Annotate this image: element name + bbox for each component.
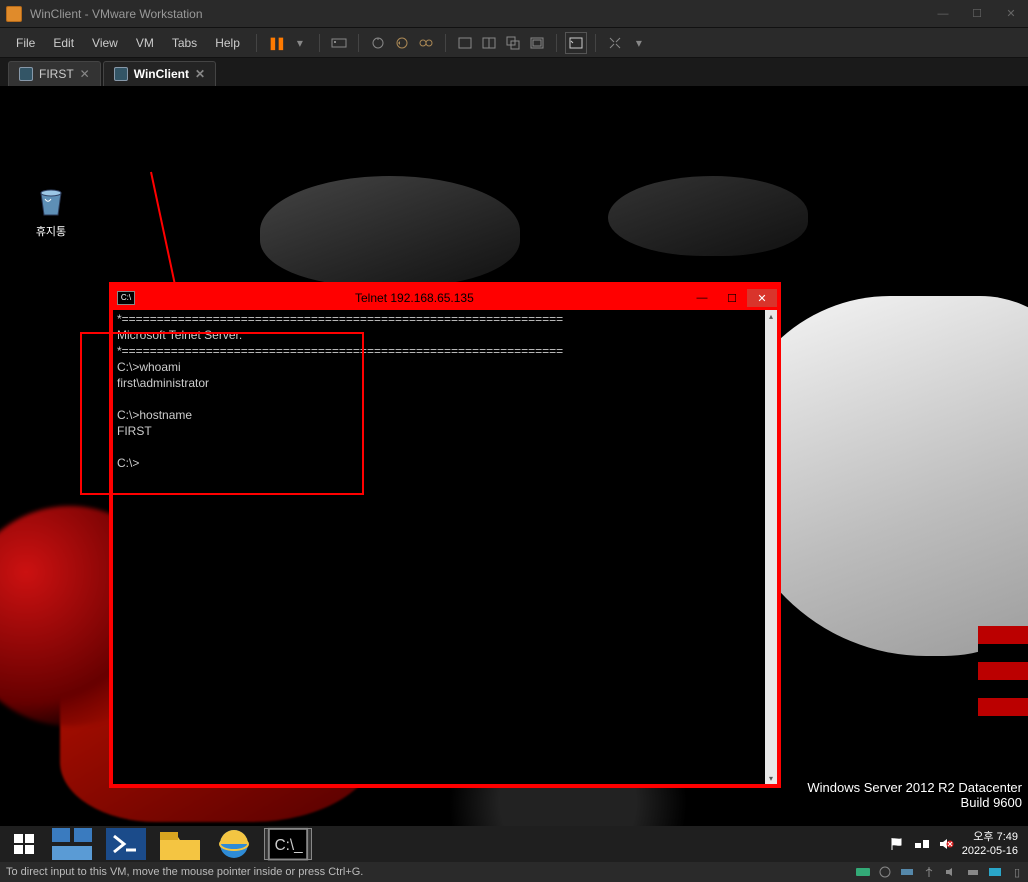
telnet-console[interactable]: *=======================================… <box>113 310 765 784</box>
scroll-down-icon[interactable]: ▾ <box>765 772 777 784</box>
cmd-icon: C:\ <box>117 291 135 305</box>
power-dropdown[interactable]: ▾ <box>289 32 311 54</box>
watermark-line1: Windows Server 2012 R2 Datacenter <box>807 780 1022 795</box>
recycle-bin-label: 휴지통 <box>25 223 77 239</box>
tray-network-icon[interactable] <box>914 837 930 851</box>
vm-icon <box>114 67 128 81</box>
menu-vm[interactable]: VM <box>128 32 162 54</box>
taskbar-cmd-active[interactable]: C:\_ <box>264 828 312 860</box>
view-split-button[interactable] <box>478 32 500 54</box>
device-printer-icon[interactable] <box>964 865 982 879</box>
start-button[interactable] <box>0 826 48 862</box>
watermark-line2: Build 9600 <box>807 795 1022 810</box>
snapshot-take-button[interactable] <box>367 32 389 54</box>
device-usb-icon[interactable] <box>920 865 938 879</box>
telnet-maximize-button[interactable]: ☐ <box>717 289 747 307</box>
device-sound-icon[interactable] <box>942 865 960 879</box>
vmware-logo-icon <box>6 6 22 22</box>
fullscreen-button[interactable] <box>565 32 587 54</box>
cmd-icon: C:\_ <box>265 825 311 862</box>
telnet-window[interactable]: C:\ Telnet 192.168.65.135 — ☐ ✕ *=======… <box>109 282 781 788</box>
vm-tab-label: FIRST <box>39 67 74 81</box>
taskbar-powershell[interactable] <box>102 828 150 860</box>
taskbar-ie[interactable] <box>210 828 258 860</box>
recycle-bin[interactable]: 휴지통 <box>25 185 77 239</box>
telnet-minimize-button[interactable]: — <box>687 289 717 307</box>
internet-explorer-icon <box>210 824 258 862</box>
telnet-line: C:\> <box>117 456 139 470</box>
recycle-bin-icon <box>35 185 67 219</box>
device-net-icon[interactable] <box>898 865 916 879</box>
device-display-icon[interactable] <box>986 865 1004 879</box>
tray-volume-muted-icon[interactable] <box>938 837 954 851</box>
telnet-line: Microsoft Telnet Server. <box>117 328 242 342</box>
vmware-title: WinClient - VMware Workstation <box>30 7 203 21</box>
vmware-statusbar: To direct input to this VM, move the mou… <box>0 862 1028 882</box>
maximize-button[interactable]: ☐ <box>960 5 994 23</box>
windows-watermark: Windows Server 2012 R2 Datacenter Build … <box>807 780 1022 810</box>
vm-tab-strip: FIRST ✕ WinClient ✕ <box>0 58 1028 86</box>
vmware-status-text: To direct input to this VM, move the mou… <box>6 866 363 878</box>
vm-tab-winclient[interactable]: WinClient ✕ <box>103 61 216 86</box>
telnet-line: FIRST <box>117 424 152 438</box>
stretch-button[interactable] <box>604 32 626 54</box>
pause-vm-button[interactable]: ❚❚ <box>265 32 287 54</box>
telnet-close-button[interactable]: ✕ <box>747 289 777 307</box>
close-tab-icon[interactable]: ✕ <box>80 67 90 81</box>
vmware-titlebar: WinClient - VMware Workstation — ☐ ✕ <box>0 0 1028 28</box>
send-ctrl-alt-del-button[interactable] <box>328 32 350 54</box>
vm-tab-label: WinClient <box>134 67 189 81</box>
vm-icon <box>19 67 33 81</box>
clock-time: 오후 7:49 <box>962 830 1018 844</box>
snapshot-manage-button[interactable] <box>415 32 437 54</box>
system-tray[interactable]: 오후 7:49 2022-05-16 <box>890 830 1028 858</box>
minimize-button[interactable]: — <box>926 5 960 23</box>
powershell-icon <box>102 824 150 862</box>
vm-tab-first[interactable]: FIRST ✕ <box>8 61 101 86</box>
telnet-line: first\administrator <box>117 376 209 390</box>
telnet-line: *=======================================… <box>117 344 563 358</box>
telnet-title-text: Telnet 192.168.65.135 <box>355 291 474 305</box>
telnet-line: C:\>hostname <box>117 408 192 422</box>
view-single-button[interactable] <box>454 32 476 54</box>
menu-view[interactable]: View <box>84 32 126 54</box>
vmware-menubar: File Edit View VM Tabs Help ❚❚ ▾ ▾ <box>0 28 1028 58</box>
telnet-titlebar[interactable]: C:\ Telnet 192.168.65.135 — ☐ ✕ <box>113 286 777 310</box>
windows-logo-icon <box>14 834 34 854</box>
telnet-line: *=======================================… <box>117 312 563 326</box>
stretch-dropdown[interactable]: ▾ <box>628 32 650 54</box>
taskbar-clock[interactable]: 오후 7:49 2022-05-16 <box>962 830 1018 858</box>
close-button[interactable]: ✕ <box>994 5 1028 23</box>
server-manager-icon <box>48 824 96 862</box>
close-tab-icon[interactable]: ✕ <box>195 67 205 81</box>
clock-date: 2022-05-16 <box>962 844 1018 858</box>
vmware-message-bar-icon[interactable]: ▯ <box>1014 866 1020 879</box>
menu-tabs[interactable]: Tabs <box>164 32 205 54</box>
taskbar-explorer[interactable] <box>156 828 204 860</box>
guest-taskbar[interactable]: C:\_ 오후 7:49 2022-05-16 <box>0 826 1028 862</box>
telnet-line: C:\>whoami <box>117 360 181 374</box>
file-explorer-icon <box>156 824 204 862</box>
view-unity-button[interactable] <box>502 32 524 54</box>
tray-flag-icon[interactable] <box>890 837 906 851</box>
device-hdd-icon[interactable] <box>854 865 872 879</box>
menu-file[interactable]: File <box>8 32 43 54</box>
menu-edit[interactable]: Edit <box>45 32 82 54</box>
svg-text:C:\_: C:\_ <box>275 837 304 854</box>
view-console-button[interactable] <box>526 32 548 54</box>
menu-help[interactable]: Help <box>207 32 248 54</box>
vm-viewport[interactable]: 휴지통 C:\ Telnet 192.168.65.135 — ☐ ✕ *===… <box>0 86 1028 862</box>
device-cd-icon[interactable] <box>876 865 894 879</box>
scroll-up-icon[interactable]: ▴ <box>765 310 777 322</box>
telnet-scrollbar[interactable]: ▴ ▾ <box>765 310 777 784</box>
snapshot-revert-button[interactable] <box>391 32 413 54</box>
taskbar-server-manager[interactable] <box>48 828 96 860</box>
